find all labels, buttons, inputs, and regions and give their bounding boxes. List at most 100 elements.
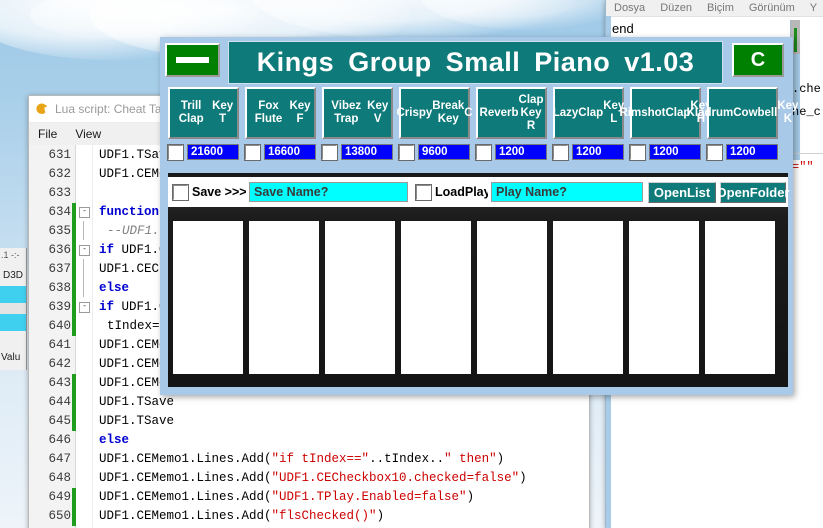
key-label-line: Key T xyxy=(210,100,235,126)
code-token: UDF1.CEMemo1.Lines.Add( xyxy=(99,471,272,485)
key-value-input-6[interactable]: 1200 xyxy=(572,144,624,160)
code-line: UDF1.CEMemo1.Lines.Add("UDF1.CECheckbox1… xyxy=(93,469,589,488)
sound-slot-panel-1[interactable] xyxy=(173,221,243,374)
line-number: 647 xyxy=(29,450,75,469)
sound-key-button-5[interactable]: ReverbClap Key R xyxy=(476,87,547,139)
sound-slot-panel-2[interactable] xyxy=(249,221,319,374)
openfolder-button[interactable]: OpenFolder xyxy=(720,182,786,203)
sound-key-button-8[interactable]: KladrumCowbellKey K xyxy=(707,87,778,139)
code-token: ) xyxy=(377,509,385,523)
code-fold-toggle[interactable]: - xyxy=(79,245,90,256)
line-number: 645 xyxy=(29,412,75,431)
key-value-input-4[interactable]: 9600 xyxy=(418,144,470,160)
close-button[interactable]: C xyxy=(732,43,784,77)
key-checkbox-1[interactable] xyxy=(168,145,183,160)
code-line: UDF1.CEMemo1.Lines.Add("UDF1.TPlay.Enabl… xyxy=(93,488,589,507)
key-checkbox-8[interactable] xyxy=(707,145,722,160)
key-checkbox-7[interactable] xyxy=(630,145,645,160)
key-checkbox-6[interactable] xyxy=(553,145,568,160)
loadplay-checkbox[interactable] xyxy=(416,185,431,200)
code-line: UDF1.CEMemo1.Lines.Add("if tIndex=="..tI… xyxy=(93,450,589,469)
key-label-line: Vibez Trap xyxy=(326,100,366,126)
selected-row[interactable] xyxy=(0,286,26,303)
minimize-button[interactable] xyxy=(165,43,220,77)
line-number: 632 xyxy=(29,165,75,184)
menu-item-dosya[interactable]: Dosya xyxy=(614,2,645,14)
sound-key-button-6[interactable]: LazyClapKey L xyxy=(553,87,624,139)
key-value-row: 1200 xyxy=(707,144,778,160)
sound-slot-panel-3[interactable] xyxy=(325,221,395,374)
code-token: else xyxy=(99,281,129,295)
sound-key-cell: Trill ClapKey T 21600 xyxy=(168,87,239,169)
key-value-input-5[interactable]: 1200 xyxy=(495,144,547,160)
cheat-engine-right-fragment: .che ne_c ="" xyxy=(790,20,823,175)
key-value-row: 9600 xyxy=(399,144,470,160)
key-value-input-8[interactable]: 1200 xyxy=(726,144,778,160)
play-name-input[interactable]: Play Name? xyxy=(491,182,643,202)
save-panel: Save >>> xyxy=(168,177,246,207)
line-number: 635 xyxy=(29,222,75,241)
key-label-line: Crispy xyxy=(396,107,432,120)
line-number: 642 xyxy=(29,355,75,374)
save-name-input[interactable]: Save Name? xyxy=(249,182,408,202)
key-label-line: Cowbell xyxy=(733,107,777,120)
code-token: "UDF1.TPlay.Enabled=false" xyxy=(272,490,467,504)
menu-item-duzen[interactable]: Düzen xyxy=(660,2,692,14)
save-checkbox[interactable] xyxy=(173,185,188,200)
sound-slot-panel-5[interactable] xyxy=(477,221,547,374)
sound-key-cell: RimshotClapKey H1200 xyxy=(630,87,701,169)
list-row[interactable] xyxy=(0,303,26,314)
loadplay-panel: LoadPlay> xyxy=(411,177,488,207)
key-value-input-7[interactable]: 1200 xyxy=(649,144,701,160)
key-label-line: Key K xyxy=(777,100,798,126)
line-number: 633 xyxy=(29,184,75,203)
sound-slot-panel-4[interactable] xyxy=(401,221,471,374)
key-value-input-2[interactable]: 16600 xyxy=(264,144,316,160)
selected-row[interactable] xyxy=(0,314,26,331)
code-token: else xyxy=(99,433,129,447)
key-value-row: 1200 xyxy=(476,144,547,160)
menu-item-yardim[interactable]: Y xyxy=(810,2,817,14)
line-number: 636 xyxy=(29,241,75,260)
sound-key-button-4[interactable]: CrispyBreak KeyC xyxy=(399,87,470,139)
divider xyxy=(791,153,823,154)
code-line: UDF1.TSave xyxy=(93,393,589,412)
control-row: Save >>> Save Name? LoadPlay> Play Name?… xyxy=(168,177,788,207)
sound-key-cell: LazyClapKey L 1200 xyxy=(553,87,624,169)
menu-item-view[interactable]: View xyxy=(75,127,101,141)
key-checkbox-4[interactable] xyxy=(399,145,414,160)
code-fold-toggle[interactable]: - xyxy=(79,302,90,313)
code-fold-column[interactable]: - - - xyxy=(76,145,93,528)
sound-slot-panel-7[interactable] xyxy=(629,221,699,374)
key-checkbox-5[interactable] xyxy=(476,145,491,160)
sound-slot-panel-8[interactable] xyxy=(705,221,775,374)
sound-key-button-2[interactable]: Fox FluteKey F xyxy=(245,87,316,139)
code-fragment-1: .che xyxy=(792,82,821,96)
sound-key-row: Trill ClapKey T 21600 Fox FluteKey F 16600 V… xyxy=(168,87,788,169)
minimize-icon xyxy=(176,57,209,63)
cloud-decoration xyxy=(250,0,580,40)
line-number: 641 xyxy=(29,336,75,355)
sound-slot-panel-6[interactable] xyxy=(553,221,623,374)
key-label-line: Reverb xyxy=(480,107,519,120)
left-fragment-value-label: Valu xyxy=(1,352,20,363)
code-fold-toggle[interactable]: - xyxy=(79,207,90,218)
key-value-row: 21600 xyxy=(168,144,239,160)
key-label-line: Key F xyxy=(288,100,312,126)
menu-item-file[interactable]: File xyxy=(38,127,57,141)
key-value-row: 16600 xyxy=(245,144,316,160)
menu-item-gorunum[interactable]: Görünüm xyxy=(749,2,795,14)
line-number: 639 xyxy=(29,298,75,317)
sound-key-button-1[interactable]: Trill ClapKey T xyxy=(168,87,239,139)
openlist-button[interactable]: OpenList xyxy=(648,182,716,203)
key-value-input-3[interactable]: 13800 xyxy=(341,144,393,160)
key-checkbox-2[interactable] xyxy=(245,145,260,160)
key-checkbox-3[interactable] xyxy=(322,145,337,160)
sound-key-button-3[interactable]: Vibez TrapKey V xyxy=(322,87,393,139)
key-label-line: C xyxy=(464,107,472,120)
code-token: UDF1.CECh xyxy=(99,262,167,276)
code-token: tIndex= xyxy=(107,319,160,333)
menu-item-bicim[interactable]: Biçim xyxy=(707,2,734,14)
key-value-row: 1200 xyxy=(553,144,624,160)
key-value-input-1[interactable]: 21600 xyxy=(187,144,239,160)
